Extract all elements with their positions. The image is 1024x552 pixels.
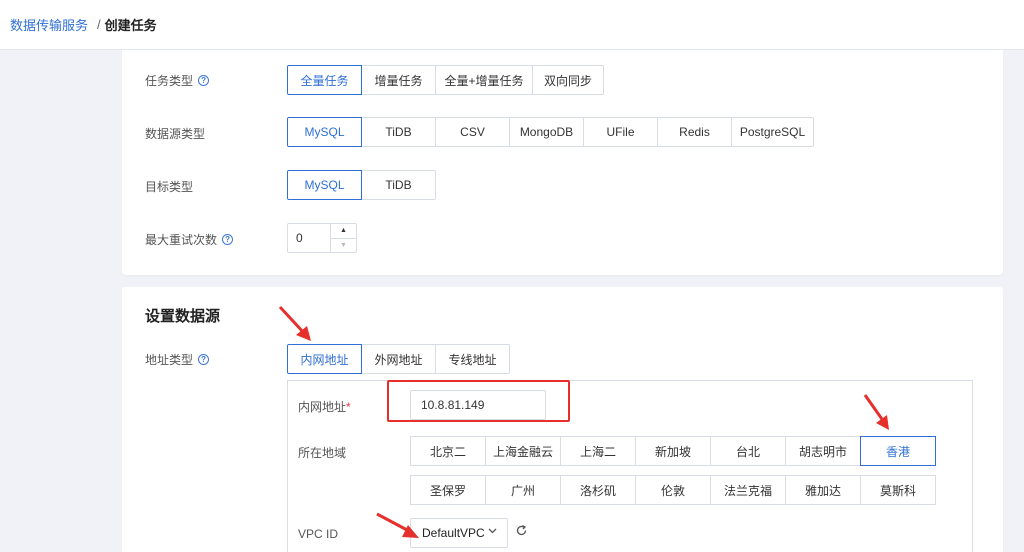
region-option-losangeles[interactable]: 洛杉矶 xyxy=(560,475,636,505)
required-mark: * xyxy=(346,400,351,414)
red-arrow-icon xyxy=(278,305,311,341)
region-option-hongkong[interactable]: 香港 xyxy=(860,436,936,466)
increment-arrow-icon[interactable]: ▲ xyxy=(331,224,356,238)
address-type-label: 地址类型 xyxy=(145,353,194,367)
question-circle-icon[interactable]: ? xyxy=(198,354,210,365)
source-type-option-mysql[interactable]: MySQL xyxy=(287,117,362,147)
source-type-option-tidb[interactable]: TiDB xyxy=(361,117,436,147)
task-type-option-incremental[interactable]: 增量任务 xyxy=(361,65,436,95)
target-type-option-tidb[interactable]: TiDB xyxy=(361,170,436,200)
address-type-option-public[interactable]: 外网地址 xyxy=(361,344,436,374)
decrement-arrow-icon[interactable]: ▼ xyxy=(331,237,356,253)
refresh-icon[interactable] xyxy=(515,524,528,540)
stepper-arrows: ▲ ▼ xyxy=(330,224,356,252)
intranet-address-label: 内网地址* xyxy=(298,398,351,415)
task-type-label-row: 任务类型 ? xyxy=(145,72,210,89)
max-retry-label-row: 最大重试次数 ? xyxy=(145,231,234,248)
section-title: 设置数据源 xyxy=(145,308,221,325)
address-type-label-row: 地址类型 ? xyxy=(145,351,210,368)
task-type-label: 任务类型 xyxy=(145,74,194,88)
region-option-singapore[interactable]: 新加坡 xyxy=(635,436,711,466)
vpc-select[interactable]: DefaultVPC xyxy=(410,518,508,548)
target-type-option-mysql[interactable]: MySQL xyxy=(287,170,362,200)
region-option-guangzhou[interactable]: 广州 xyxy=(485,475,561,505)
target-type-label: 目标类型 xyxy=(145,180,194,194)
red-arrow-icon xyxy=(376,512,419,538)
region-option-beijing2[interactable]: 北京二 xyxy=(410,436,486,466)
max-retry-label: 最大重试次数 xyxy=(145,233,218,247)
source-type-group: MySQL TiDB CSV MongoDB UFile Redis Postg… xyxy=(287,117,814,147)
vpc-label: VPC ID xyxy=(298,527,339,541)
region-option-shanghai-finance[interactable]: 上海金融云 xyxy=(485,436,561,466)
region-option-taipei[interactable]: 台北 xyxy=(710,436,786,466)
region-option-london[interactable]: 伦敦 xyxy=(635,475,711,505)
source-type-option-redis[interactable]: Redis xyxy=(657,117,732,147)
max-retry-stepper: 0 ▲ ▼ xyxy=(287,223,357,253)
breadcrumb-parent-link[interactable]: 数据传输服务 xyxy=(10,15,88,34)
breadcrumb-separator: / xyxy=(97,17,101,32)
address-type-option-intranet[interactable]: 内网地址 xyxy=(287,344,362,374)
top-bar: 数据传输服务 / 创建任务 xyxy=(0,0,1024,50)
vpc-select-value: DefaultVPC xyxy=(422,526,485,540)
annotation-highlight-box xyxy=(387,380,570,422)
region-option-moscow[interactable]: 莫斯科 xyxy=(860,475,936,505)
region-grid: 北京二 上海金融云 上海二 新加坡 台北 胡志明市 香港 圣保罗 广州 洛杉矶 … xyxy=(410,436,936,514)
question-circle-icon[interactable]: ? xyxy=(198,75,210,86)
chevron-down-icon xyxy=(488,526,497,537)
source-type-option-ufile[interactable]: UFile xyxy=(583,117,658,147)
source-type-label-row: 数据源类型 xyxy=(145,125,205,142)
task-type-option-full[interactable]: 全量任务 xyxy=(287,65,362,95)
address-type-group: 内网地址 外网地址 专线地址 xyxy=(287,344,510,374)
source-type-option-mongodb[interactable]: MongoDB xyxy=(509,117,584,147)
region-row-1: 北京二 上海金融云 上海二 新加坡 台北 胡志明市 香港 xyxy=(410,436,936,466)
task-type-group: 全量任务 增量任务 全量+增量任务 双向同步 xyxy=(287,65,604,95)
target-type-group: MySQL TiDB xyxy=(287,170,436,200)
source-type-option-postgresql[interactable]: PostgreSQL xyxy=(731,117,814,147)
breadcrumb-current: 创建任务 xyxy=(104,18,157,33)
task-settings-card: 任务类型 ? 全量任务 增量任务 全量+增量任务 双向同步 数据源类型 MySQ… xyxy=(122,50,1003,275)
region-row-2: 圣保罗 广州 洛杉矶 伦敦 法兰克福 雅加达 莫斯科 xyxy=(410,475,936,505)
source-type-option-csv[interactable]: CSV xyxy=(435,117,510,147)
red-arrow-icon xyxy=(863,394,889,430)
intranet-address-label-text: 内网地址 xyxy=(298,400,347,414)
address-type-option-dedicated[interactable]: 专线地址 xyxy=(435,344,510,374)
region-option-frankfurt[interactable]: 法兰克福 xyxy=(710,475,786,505)
max-retry-input[interactable]: 0 xyxy=(288,224,330,252)
source-type-label: 数据源类型 xyxy=(145,127,206,141)
region-option-jakarta[interactable]: 雅加达 xyxy=(785,475,861,505)
region-option-hochiminh[interactable]: 胡志明市 xyxy=(785,436,861,466)
task-type-option-bidirectional[interactable]: 双向同步 xyxy=(532,65,604,95)
region-option-shanghai2[interactable]: 上海二 xyxy=(560,436,636,466)
target-type-label-row: 目标类型 xyxy=(145,178,193,195)
task-type-option-full-incremental[interactable]: 全量+增量任务 xyxy=(435,65,533,95)
region-option-saopaulo[interactable]: 圣保罗 xyxy=(410,475,486,505)
question-circle-icon[interactable]: ? xyxy=(222,234,234,245)
region-label: 所在地域 xyxy=(298,446,347,460)
